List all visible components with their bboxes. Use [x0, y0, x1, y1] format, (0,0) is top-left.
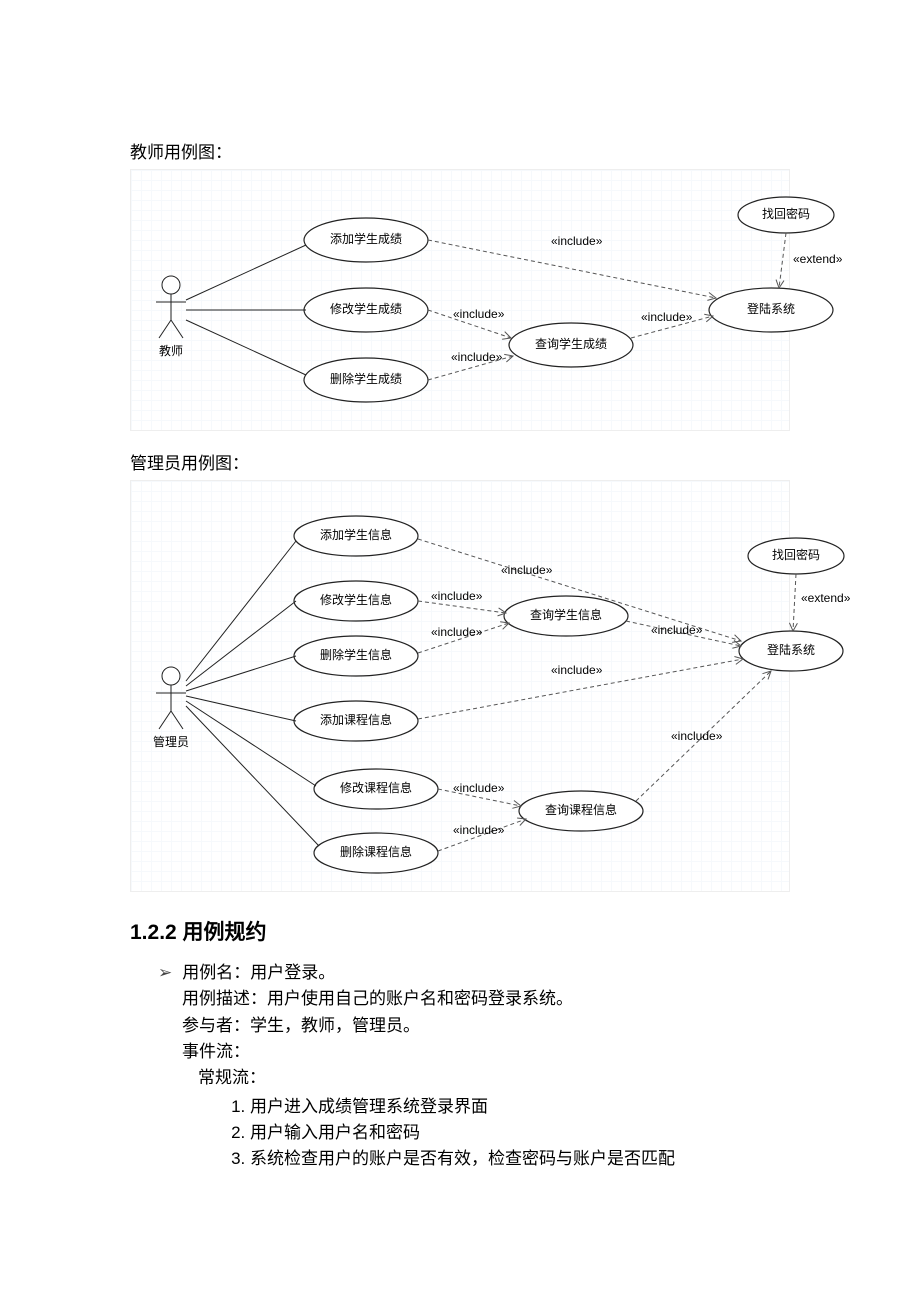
extend-recover-login-admin-label: «extend» [801, 591, 851, 605]
actor-admin [156, 667, 186, 729]
uc-add-course-label: 添加课程信息 [320, 712, 392, 727]
extend-recover-login-admin [793, 574, 796, 631]
uc-query-student-label: 查询学生信息 [530, 607, 602, 622]
uc-add-student-label: 添加学生信息 [320, 527, 392, 542]
uc-login-admin-label: 登陆系统 [767, 642, 815, 657]
spec-desc: 用例描述：用户使用自己的账户名和密码登录系统。 [182, 986, 790, 1012]
spec-step-1: 用户进入成绩管理系统登录界面 [250, 1094, 790, 1120]
include-delC-queryC-label: «include» [453, 823, 505, 837]
admin-diagram: 管理员 添加学生信息 修改学生信息 删除学生信息 添加课程信息 修改课程信息 删… [130, 480, 790, 892]
include-del-query-label: «include» [451, 350, 503, 364]
spec-steps: 用户进入成绩管理系统登录界面 用户输入用户名和密码 系统检查用户的账户是否有效，… [210, 1094, 790, 1173]
uc-recover-pw-admin-label: 找回密码 [772, 547, 820, 562]
actor-teacher [156, 276, 186, 338]
uc-del-course-label: 删除课程信息 [340, 844, 412, 859]
include-editC-queryC-label: «include» [453, 781, 505, 795]
teacher-diagram-caption: 教师用例图： [130, 138, 790, 163]
assoc-actor-add [186, 245, 306, 300]
spec-step-2: 用户输入用户名和密码 [250, 1120, 790, 1146]
uc-query-score-label: 查询学生成绩 [535, 336, 607, 351]
assoc-admin-editC [186, 701, 316, 786]
uc-query-course-label: 查询课程信息 [545, 802, 617, 817]
uc-del-score-label: 删除学生成绩 [330, 371, 402, 386]
include-queryC-login-label: «include» [671, 729, 723, 743]
include-add-login-label: «include» [551, 234, 603, 248]
spec-normal-flow-label: 常规流： [198, 1065, 790, 1091]
include-delS-queryS-label: «include» [431, 625, 483, 639]
include-addS-login-label: «include» [501, 563, 553, 577]
admin-diagram-caption: 管理员用例图： [130, 449, 790, 474]
actor-teacher-label: 教师 [159, 343, 183, 358]
spec-heading: 1.2.2 用例规约 [130, 916, 790, 946]
uc-edit-score-label: 修改学生成绩 [330, 301, 402, 316]
uc-recover-pw-label: 找回密码 [762, 206, 810, 221]
spec-actors: 参与者：学生，教师，管理员。 [182, 1013, 790, 1039]
teacher-diagram: 教师 添加学生成绩 修改学生成绩 删除学生成绩 查询学生成绩 登陆系统 找回密码… [130, 169, 790, 431]
include-queryS-login-label: «include» [651, 623, 703, 637]
include-edit-query-label: «include» [453, 307, 505, 321]
assoc-admin-addS [186, 541, 296, 681]
assoc-admin-addC [186, 696, 296, 721]
assoc-actor-del [186, 320, 306, 375]
uc-del-student-label: 删除学生信息 [320, 647, 392, 662]
include-addC-login-label: «include» [551, 663, 603, 677]
include-editS-queryS-label: «include» [431, 589, 483, 603]
extend-recover-login [779, 233, 786, 288]
uc-add-score-label: 添加学生成绩 [330, 231, 402, 246]
include-add-login [428, 240, 716, 298]
actor-admin-label: 管理员 [153, 734, 189, 749]
spec-flow-label: 事件流： [182, 1039, 790, 1065]
spec-body: ➢ 用例名：用户登录。 用例描述：用户使用自己的账户名和密码登录系统。 参与者：… [158, 960, 790, 1173]
include-query-login-label: «include» [641, 310, 693, 324]
spec-step-3: 系统检查用户的账户是否有效，检查密码与账户是否匹配 [250, 1146, 790, 1172]
bullet-icon: ➢ [158, 960, 172, 986]
document-page: 教师用例图： 教师 添加学生成绩 修改学生成绩 删除学 [0, 0, 920, 1233]
spec-name: 用例名：用户登录。 [182, 960, 335, 986]
uc-login-label: 登陆系统 [747, 301, 795, 316]
uc-edit-student-label: 修改学生信息 [320, 592, 392, 607]
uc-edit-course-label: 修改课程信息 [340, 780, 412, 795]
extend-recover-login-label: «extend» [793, 252, 843, 266]
